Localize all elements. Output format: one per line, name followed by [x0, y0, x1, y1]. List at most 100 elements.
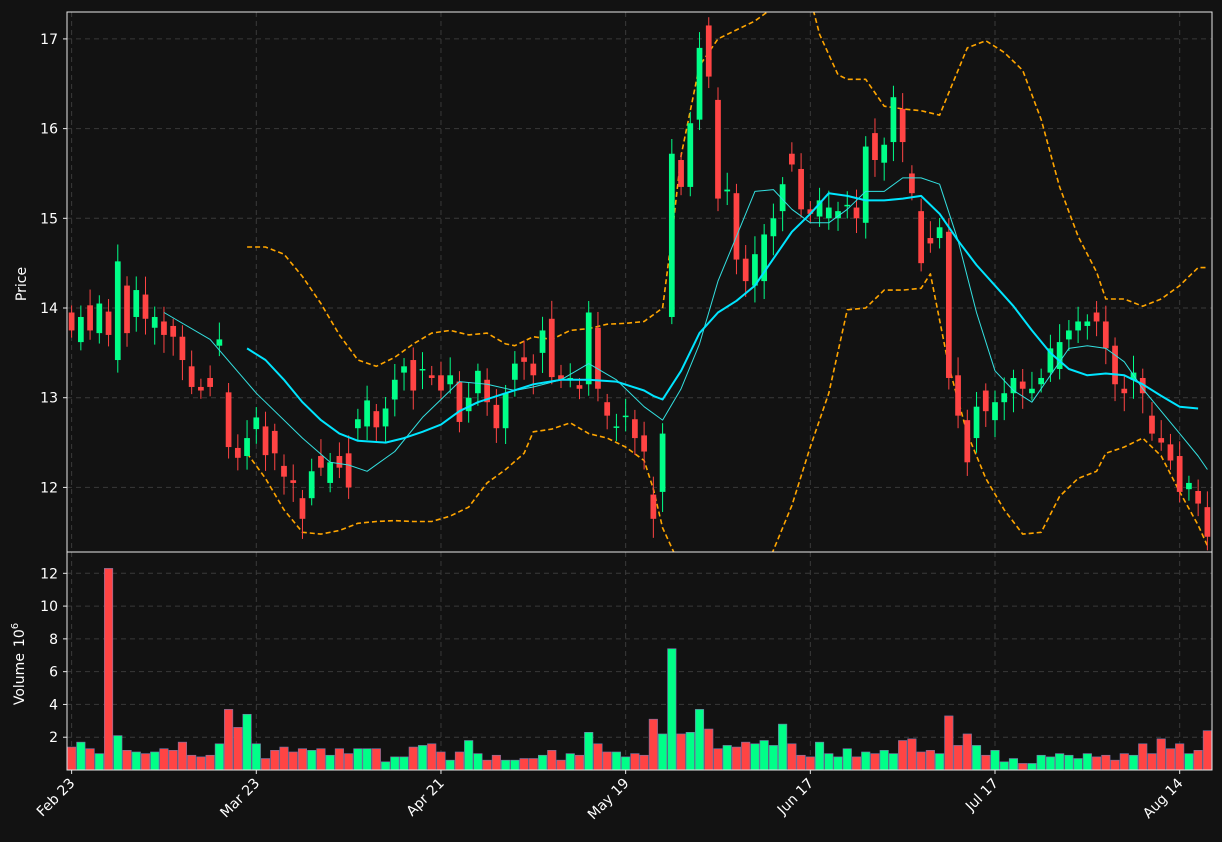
candle-body [964, 420, 971, 463]
candle-body [678, 160, 684, 187]
volume-bar [824, 753, 834, 770]
volume-bar [159, 748, 169, 770]
candle-body [576, 385, 583, 389]
volume-bar [1156, 738, 1166, 770]
candle-body [872, 133, 878, 161]
volume-bar [242, 713, 252, 770]
candle-body [114, 261, 121, 361]
volume-bar [297, 748, 308, 770]
candle-body [899, 108, 906, 143]
volume-bar [787, 743, 797, 770]
volume-bar [537, 754, 548, 770]
candle-body [87, 305, 93, 331]
volume-bar [741, 741, 751, 770]
volume-bar [805, 756, 815, 770]
candle-body [936, 227, 943, 239]
candle-body [770, 218, 777, 237]
volume-bar [417, 745, 428, 770]
candle-body [521, 357, 527, 362]
candle-body [336, 456, 343, 468]
candle-body [1038, 377, 1045, 385]
candle-body [890, 97, 897, 143]
candle-body [1001, 393, 1008, 403]
candle-body [364, 400, 370, 427]
volume-bar [944, 715, 954, 770]
volume-bar [621, 756, 631, 770]
volume-bar [427, 743, 437, 770]
volume-bar [870, 753, 880, 770]
candle-body [216, 339, 223, 346]
volume-bar [639, 754, 649, 770]
volume-bar [1202, 730, 1212, 770]
candle-body [373, 411, 380, 428]
volume-bar [778, 723, 788, 770]
volume-bar [390, 756, 400, 770]
candle-body [881, 144, 888, 163]
candle-body [1176, 456, 1183, 492]
candle-body [604, 402, 611, 416]
volume-axis-title-text: Volume [12, 653, 28, 705]
candle-body [438, 375, 444, 391]
candle-body [909, 173, 915, 194]
volume-bar [962, 733, 972, 770]
volume-bar [658, 733, 668, 770]
candle-body [382, 408, 389, 427]
candle-body [613, 426, 620, 428]
candle-body [918, 211, 924, 264]
volume-bar [353, 748, 363, 770]
volume-bar [260, 758, 271, 770]
candle-body [410, 360, 417, 391]
candle-body [77, 316, 84, 343]
candle-body [456, 381, 463, 422]
volume-bar [556, 759, 566, 770]
candle-body [641, 435, 647, 452]
price-tick-label: 12 [40, 480, 58, 496]
volume-bar [1101, 754, 1111, 770]
candle-body [1186, 482, 1192, 490]
candle-body [1093, 312, 1100, 322]
candle-body [419, 369, 426, 371]
candle-body [198, 386, 204, 391]
volume-bar [510, 759, 520, 770]
candle-body [68, 312, 75, 331]
candle-body [622, 415, 629, 418]
volume-bar [140, 753, 151, 770]
volume-bar [981, 754, 991, 770]
candle-body [733, 193, 740, 260]
candle-body [188, 366, 195, 387]
volume-bar [565, 753, 575, 770]
volume-bar [344, 753, 354, 770]
volume-bar [547, 750, 557, 770]
candle-body [862, 146, 869, 223]
candle-body [308, 471, 315, 499]
volume-tick-label: 10 [40, 599, 58, 615]
volume-bar [971, 745, 982, 770]
volume-bar [731, 746, 742, 770]
candle-body [151, 316, 158, 328]
volume-bar [482, 759, 492, 770]
candle-body [401, 366, 407, 373]
volume-bar [362, 748, 372, 770]
volume-axis-title-exponent: 6 [10, 623, 21, 629]
volume-tick-label: 2 [49, 730, 58, 746]
price-tick-label: 14 [40, 301, 58, 317]
candle-body [493, 404, 500, 429]
x-tick-label: Jul 17 [962, 776, 1002, 816]
volume-bar [371, 748, 381, 770]
candle-body [244, 438, 250, 457]
candle-body [539, 330, 546, 353]
candle-body [290, 480, 297, 483]
volume-bar [704, 728, 714, 770]
volume-bar [879, 750, 889, 770]
volume-bar [251, 743, 261, 770]
volume-bar [1092, 756, 1102, 770]
volume-bar [1008, 758, 1019, 770]
candle-body [548, 318, 555, 378]
volume-bar [85, 748, 95, 770]
volume-bar [593, 743, 603, 770]
volume-bar [196, 756, 206, 770]
candle-body [705, 25, 712, 77]
volume-bar [1064, 754, 1074, 770]
volume-bar [851, 756, 862, 770]
candle-body [788, 153, 795, 165]
